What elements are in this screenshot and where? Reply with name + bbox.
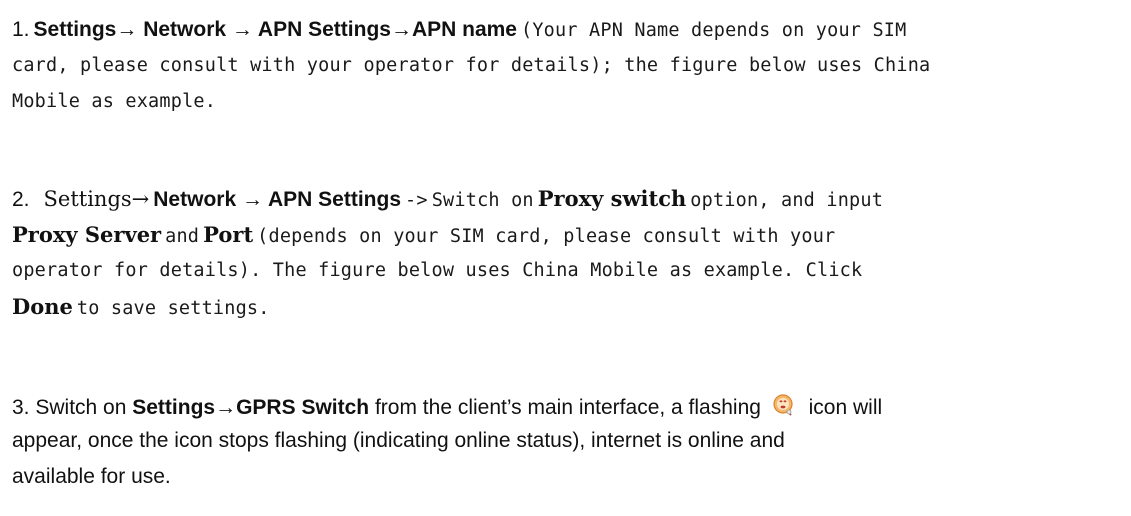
menu-path: Settings→GPRS Switch bbox=[132, 396, 370, 419]
step-text: Switch on bbox=[431, 190, 534, 211]
step-number: 1. bbox=[12, 18, 30, 41]
step-text: icon will bbox=[808, 396, 883, 419]
step-text: option, and input bbox=[690, 190, 884, 211]
step-text: to save settings. bbox=[76, 298, 270, 319]
step-text: and bbox=[165, 226, 200, 247]
step-2-line-3: operator for details). The figure below … bbox=[12, 260, 863, 281]
step-2-line-4: Done to save settings. bbox=[12, 295, 270, 329]
proxy-switch-label: Proxy switch bbox=[537, 186, 687, 211]
step-1-line-2: card, please consult with your operator … bbox=[12, 55, 931, 76]
arrow-text: -> bbox=[405, 190, 428, 211]
step-text: (Your APN Name depends on your SIM bbox=[520, 20, 907, 41]
step-text: Switch on bbox=[35, 396, 127, 419]
proxy-server-label: Proxy Server bbox=[12, 222, 162, 247]
qq-status-icon bbox=[771, 393, 795, 417]
menu-path-settings: Settings→ bbox=[43, 187, 150, 211]
step-3-line-1: 3. Switch on Settings→GPRS Switch from t… bbox=[12, 393, 882, 427]
done-label: Done bbox=[12, 294, 73, 319]
step-2-line-2: Proxy Server and Port (depends on your S… bbox=[12, 223, 835, 257]
port-label: Port bbox=[203, 222, 254, 247]
step-3-line-2: appear, once the icon stops flashing (in… bbox=[12, 429, 785, 452]
menu-path: Network → APN Settings bbox=[153, 188, 402, 211]
step-3-line-3: available for use. bbox=[12, 465, 171, 488]
step-text: from the client’s main interface, a flas… bbox=[374, 396, 761, 419]
step-1-line-1: 1. Settings→ Network → APN Settings→APN … bbox=[12, 18, 906, 52]
step-1-line-3: Mobile as example. bbox=[12, 91, 217, 112]
step-text: (depends on your SIM card, please consul… bbox=[257, 226, 836, 247]
menu-path: Settings→ Network → APN Settings→APN nam… bbox=[33, 18, 517, 41]
step-number: 3. bbox=[12, 396, 30, 419]
step-2-line-1: 2. Settings→ Network → APN Settings -> S… bbox=[12, 187, 883, 221]
step-number: 2. bbox=[12, 188, 30, 211]
